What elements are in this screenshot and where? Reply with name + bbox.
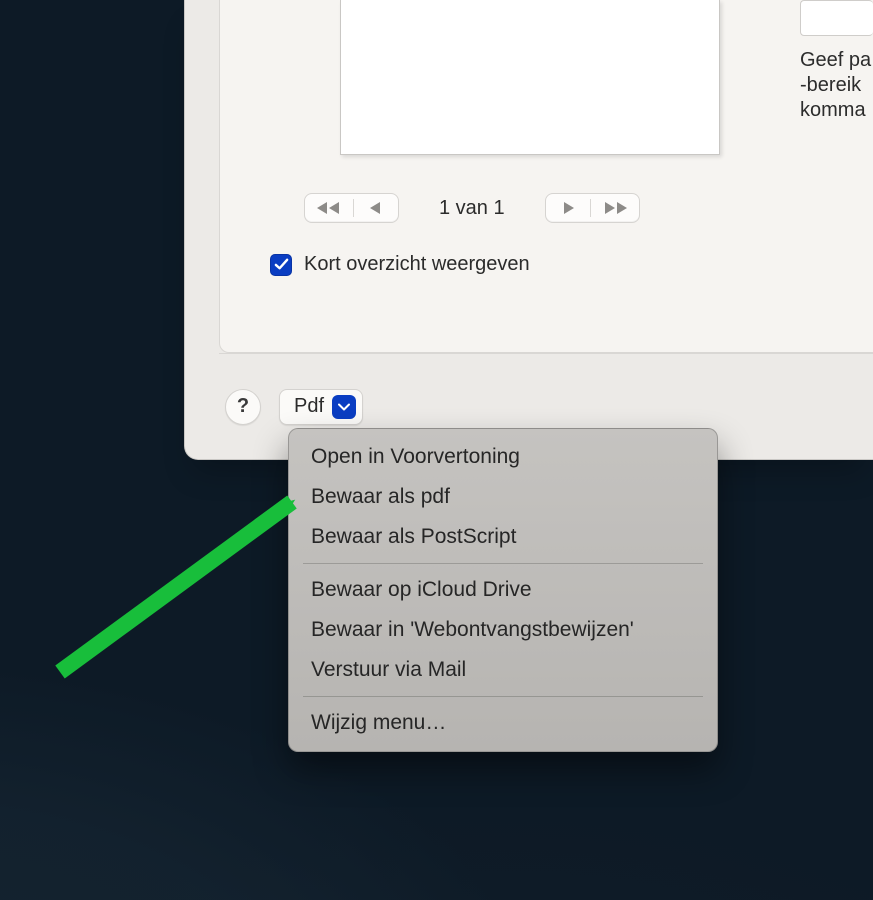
- help-button[interactable]: ?: [225, 389, 261, 425]
- menu-item-open-preview[interactable]: Open in Voorvertoning: [289, 437, 717, 477]
- first-page-button[interactable]: [305, 194, 353, 222]
- page-range-field[interactable]: [800, 0, 873, 36]
- pdf-dropdown-button[interactable]: Pdf: [279, 389, 363, 425]
- short-overview-label: Kort overzicht weergeven: [304, 253, 530, 276]
- menu-divider: [303, 696, 703, 697]
- last-page-button[interactable]: [591, 194, 639, 222]
- page-navigation: 1 van 1: [304, 193, 873, 223]
- menu-item-send-mail[interactable]: Verstuur via Mail: [289, 650, 717, 690]
- help-icon: ?: [237, 395, 249, 418]
- page-indicator-label: 1 van 1: [439, 197, 505, 220]
- menu-item-save-as-pdf[interactable]: Bewaar als pdf: [289, 477, 717, 517]
- page-range-help-text: Geef pa -bereik komma: [800, 48, 873, 123]
- next-page-segment: [545, 193, 640, 223]
- pdf-dropdown-label: Pdf: [294, 395, 324, 418]
- prev-page-segment: [304, 193, 399, 223]
- next-page-button[interactable]: [546, 194, 590, 222]
- menu-item-save-as-postscript[interactable]: Bewaar als PostScript: [289, 517, 717, 557]
- prev-page-button[interactable]: [354, 194, 398, 222]
- short-overview-row[interactable]: Kort overzicht weergeven: [270, 253, 530, 276]
- right-cutoff-panel: Geef pa -bereik komma: [800, 0, 873, 123]
- page-thumbnail: [340, 0, 720, 155]
- menu-item-edit-menu[interactable]: Wijzig menu…: [289, 703, 717, 743]
- short-overview-checkbox[interactable]: [270, 254, 292, 276]
- annotation-arrow: [60, 472, 320, 672]
- chevron-down-icon: [332, 395, 356, 419]
- pdf-dropdown-menu: Open in Voorvertoning Bewaar als pdf Bew…: [288, 428, 718, 752]
- print-dialog: Geef pa -bereik komma 1 van 1: [184, 0, 873, 460]
- menu-item-save-webreceipts[interactable]: Bewaar in 'Webontvangstbewijzen': [289, 610, 717, 650]
- preview-panel: Geef pa -bereik komma 1 van 1: [219, 0, 873, 353]
- menu-divider: [303, 563, 703, 564]
- menu-item-save-icloud[interactable]: Bewaar op iCloud Drive: [289, 570, 717, 610]
